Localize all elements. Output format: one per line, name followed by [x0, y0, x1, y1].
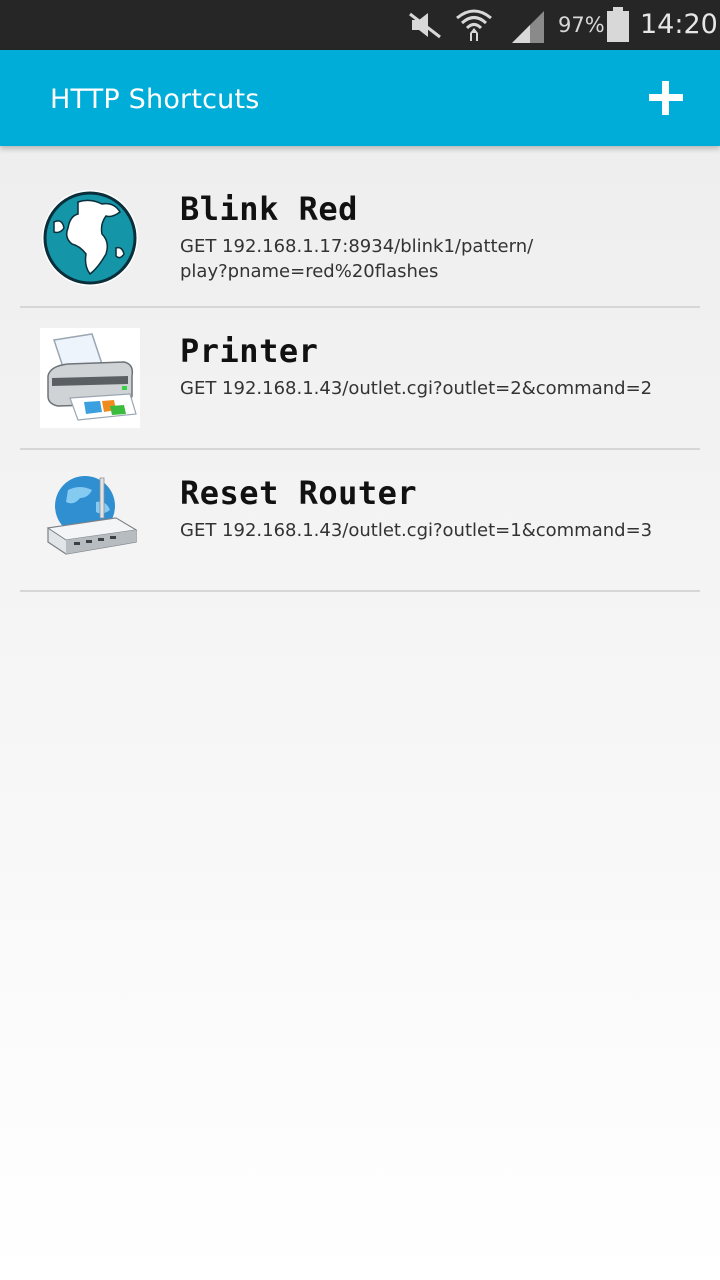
clock: 14:20 [640, 9, 718, 40]
mute-icon [409, 12, 441, 39]
shortcut-url-line-2: play?pname=red%20flashes [180, 261, 439, 282]
shortcut-name: Printer [180, 332, 319, 370]
shortcut-item-blink-red[interactable]: Blink Red GET 192.168.1.17:8934/blink1/p… [20, 166, 700, 308]
status-bar: 97% 14:20 [0, 0, 720, 50]
wifi-icon [456, 9, 492, 41]
app-title: HTTP Shortcuts [50, 84, 260, 115]
shortcut-list: Blink Red GET 192.168.1.17:8934/blink1/p… [0, 166, 720, 592]
shortcut-name: Reset Router [180, 474, 418, 512]
add-shortcut-button[interactable] [640, 72, 692, 124]
shortcut-item-printer[interactable]: Printer GET 192.168.1.43/outlet.cgi?outl… [20, 308, 700, 450]
printer-icon [40, 328, 140, 428]
shortcut-url-line-1: GET 192.168.1.43/outlet.cgi?outlet=2&com… [180, 378, 653, 399]
shortcut-item-reset-router[interactable]: Reset Router GET 192.168.1.43/outlet.cgi… [20, 450, 700, 592]
battery-percent: 97% [558, 13, 605, 37]
shortcut-url-line-1: GET 192.168.1.17:8934/blink1/pattern/ [180, 236, 534, 257]
app-bar: HTTP Shortcuts [0, 50, 720, 146]
router-icon [40, 472, 140, 572]
shortcut-url-line-1: GET 192.168.1.43/outlet.cgi?outlet=1&com… [180, 520, 653, 541]
battery-icon [607, 7, 629, 42]
signal-icon [512, 11, 544, 43]
shortcut-name: Blink Red [180, 190, 358, 228]
globe-icon [40, 188, 140, 288]
plus-icon [649, 81, 683, 115]
